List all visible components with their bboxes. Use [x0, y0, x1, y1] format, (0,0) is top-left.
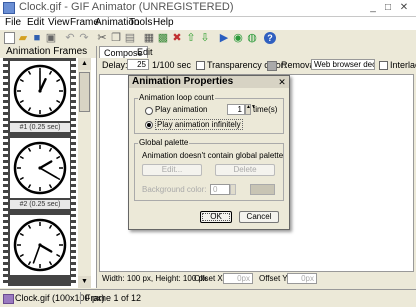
- frames-panel-header: Animation Frames: [0, 46, 96, 58]
- move-up-icon[interactable]: ⇧: [185, 32, 197, 44]
- close-button[interactable]: ✕: [398, 2, 410, 13]
- global-palette-group-title: Global palette: [138, 138, 190, 147]
- background-color-spinner[interactable]: [230, 184, 236, 195]
- offset-y-label: Offset Y:: [259, 274, 290, 283]
- status-frame: Frame 1 of 12: [85, 293, 142, 303]
- palette-edit-button[interactable]: Edit...: [142, 164, 202, 176]
- window-title: Clock.gif - GIF Animator (UNREGISTERED): [19, 1, 234, 13]
- frame-thumbnail-3[interactable]: [10, 215, 70, 275]
- insert-frame-icon[interactable]: ▩: [157, 32, 169, 44]
- app-icon: [3, 2, 15, 14]
- frame-size-text: Width: 100 px, Height: 100 px: [102, 274, 207, 283]
- menu-help[interactable]: Help: [153, 17, 174, 28]
- times-label: time(s): [253, 105, 278, 114]
- loop-count-group: Animation loop count Play animation 1 ▲▼…: [134, 93, 284, 134]
- undo-icon[interactable]: ↶: [64, 32, 76, 44]
- offset-x-input[interactable]: 0px: [223, 273, 253, 284]
- save-icon[interactable]: ■: [31, 32, 43, 44]
- background-color-swatch[interactable]: [250, 184, 275, 195]
- status-bar: Clock.gif (100x100 px) Frame 1 of 12: [0, 289, 416, 307]
- delay-input[interactable]: 25: [127, 59, 149, 70]
- minimize-button[interactable]: _: [367, 2, 379, 13]
- frame-label-2: #2 (0.25 sec): [10, 200, 70, 209]
- loop-times-spinner[interactable]: ▲▼: [245, 104, 256, 115]
- paste-icon[interactable]: ▤: [124, 32, 136, 44]
- add-frame-icon[interactable]: ▦: [143, 32, 155, 44]
- clock-icon: [13, 64, 67, 118]
- delete-frame-icon[interactable]: ✖: [171, 32, 183, 44]
- move-down-icon[interactable]: ⇩: [199, 32, 211, 44]
- menu-edit[interactable]: Edit: [27, 17, 44, 28]
- play-times-radio[interactable]: [145, 107, 153, 115]
- clock-icon: [13, 141, 67, 195]
- interlaced-checkbox[interactable]: [379, 61, 388, 70]
- menu-file[interactable]: File: [5, 17, 21, 28]
- frame-options-bar: Delay: 25 1/100 sec Transparency color: …: [97, 58, 416, 72]
- help-icon[interactable]: ?: [264, 32, 276, 44]
- global-palette-group: Global palette Animation doesn't contain…: [134, 138, 284, 201]
- offset-y-input[interactable]: 0px: [287, 273, 317, 284]
- clock-icon: [13, 218, 67, 272]
- background-color-label: Background color:: [142, 185, 207, 194]
- transparency-checkbox[interactable]: [196, 61, 205, 70]
- animation-frames-panel: Animation Frames #1 (0.25 sec) #2 (0.25 …: [0, 46, 97, 288]
- save-as-icon[interactable]: ▣: [45, 32, 57, 44]
- frame-thumbnail-2[interactable]: [10, 138, 70, 198]
- play-infinitely-radio[interactable]: [145, 121, 153, 129]
- play-infinitely-label: Play animation infinitely: [155, 119, 243, 130]
- palette-delete-button[interactable]: Delete: [215, 164, 275, 176]
- clock-center: [38, 89, 42, 93]
- new-icon[interactable]: [4, 32, 15, 44]
- scroll-up-icon[interactable]: ▲: [78, 58, 91, 70]
- clock-center: [38, 243, 42, 247]
- frame-info-bar: Width: 100 px, Height: 100 px Offset X: …: [97, 273, 416, 286]
- gif-file-icon: [3, 294, 14, 304]
- delay-label: Delay:: [102, 60, 128, 70]
- play-animation-label: Play animation: [155, 105, 208, 114]
- optimize-icon[interactable]: ◍: [246, 32, 258, 44]
- frames-scrollbar[interactable]: ▲ ▼: [78, 58, 91, 288]
- play-icon[interactable]: ▶: [218, 32, 230, 44]
- frame-thumbnail-1[interactable]: [10, 61, 70, 121]
- film-holes-right: [71, 58, 76, 286]
- scroll-down-icon[interactable]: ▼: [78, 276, 91, 288]
- menu-view[interactable]: View: [48, 17, 70, 28]
- copy-icon[interactable]: ❐: [110, 32, 122, 44]
- palette-status-text: Animation doesn't contain global palette: [142, 151, 284, 160]
- film-holes-left: [3, 58, 8, 286]
- redo-icon[interactable]: ↷: [78, 32, 90, 44]
- frames-strip: #1 (0.25 sec) #2 (0.25 sec): [3, 58, 76, 286]
- animation-properties-dialog: Animation Properties ✕ Animation loop co…: [128, 75, 290, 230]
- dialog-close-icon[interactable]: ✕: [277, 77, 287, 87]
- dialog-title: Animation Properties: [129, 76, 289, 88]
- transparency-color-swatch[interactable]: [267, 61, 277, 71]
- offset-x-label: Offset X:: [194, 274, 225, 283]
- interlaced-label: Interlac: [390, 60, 416, 70]
- open-icon[interactable]: ▰: [17, 32, 29, 44]
- maximize-button[interactable]: □: [382, 2, 394, 13]
- background-color-input[interactable]: 0: [210, 184, 230, 195]
- tab-edit[interactable]: Edit: [133, 46, 157, 58]
- title-bar: Clock.gif - GIF Animator (UNREGISTERED) …: [0, 0, 416, 17]
- ok-button[interactable]: OK: [200, 211, 232, 223]
- scroll-thumb[interactable]: [79, 72, 90, 112]
- menu-tools[interactable]: Tools: [129, 17, 152, 28]
- cut-icon[interactable]: ✂: [96, 32, 108, 44]
- preview-icon[interactable]: ◉: [232, 32, 244, 44]
- toolbar: ▰ ■ ▣ ↶ ↷ ✂ ❐ ▤ ▦ ▩ ✖ ⇧ ⇩ ▶ ◉ ◍ ?: [0, 31, 416, 47]
- cancel-button[interactable]: Cancel: [239, 211, 279, 223]
- status-separator: [80, 292, 81, 304]
- loop-times-input[interactable]: 1: [227, 104, 245, 115]
- delay-unit: 1/100 sec: [152, 60, 192, 70]
- clock-center: [38, 166, 42, 170]
- removal-select[interactable]: Web browser dec: [311, 59, 375, 70]
- frame-label-1: #1 (0.25 sec): [10, 123, 70, 132]
- menu-bar: File Edit View Frame Animation Tools Hel…: [0, 17, 416, 30]
- loop-count-group-title: Animation loop count: [138, 93, 215, 102]
